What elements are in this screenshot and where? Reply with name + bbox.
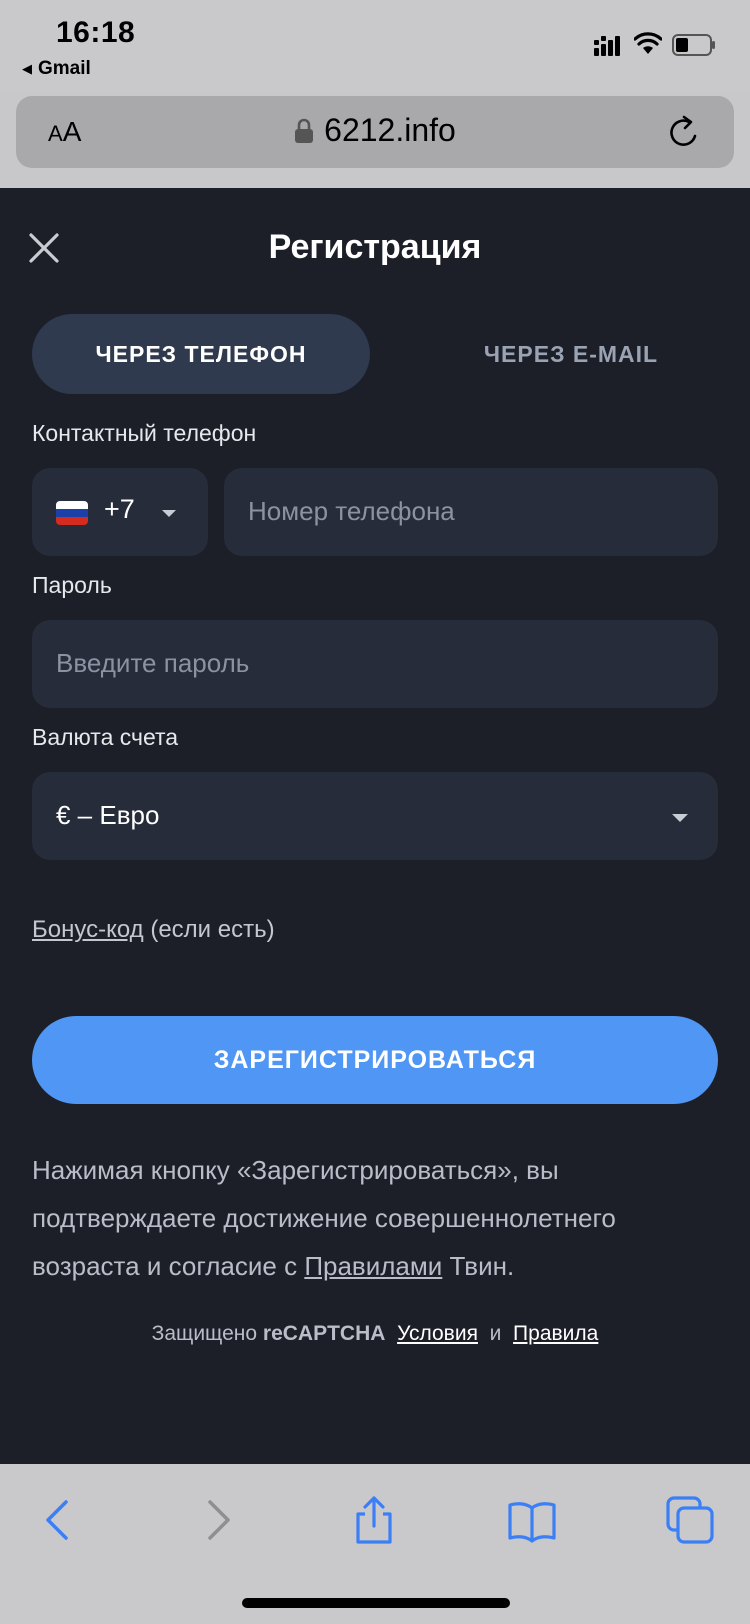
forward-arrow-icon[interactable]: [192, 1494, 244, 1546]
currency-select[interactable]: € – Евро: [32, 772, 718, 860]
captcha-rules-link[interactable]: Правила: [513, 1322, 598, 1345]
reload-icon[interactable]: [668, 114, 702, 150]
share-icon[interactable]: [348, 1494, 400, 1546]
captcha-terms-link[interactable]: Условия: [397, 1322, 478, 1345]
cellular-signal-icon: [594, 36, 620, 56]
country-code-select[interactable]: +7: [32, 468, 208, 556]
register-button[interactable]: ЗАРЕГИСТРИРОВАТЬСЯ: [32, 1016, 718, 1104]
phone-number-input[interactable]: Номер телефона: [224, 468, 718, 556]
country-code-value: +7: [104, 494, 135, 524]
status-time: 16:18: [56, 16, 136, 49]
russia-flag-icon: [56, 501, 88, 525]
back-arrow-icon[interactable]: [32, 1494, 84, 1546]
recaptcha-notice: Защищено reCAPTCHA Условия и Правила: [0, 1322, 750, 1346]
url-display[interactable]: 6212.info: [16, 112, 734, 149]
tab-email[interactable]: ЧЕРЕЗ E-MAIL: [402, 314, 740, 394]
chevron-down-icon: [672, 814, 688, 822]
password-input[interactable]: Введите пароль: [32, 620, 718, 708]
registration-modal: Регистрация ЧЕРЕЗ ТЕЛЕФОН ЧЕРЕЗ E-MAIL К…: [0, 188, 750, 1464]
rules-link[interactable]: Правилами: [304, 1251, 442, 1281]
captcha-brand: reCAPTCHA: [262, 1322, 386, 1345]
battery-icon: [672, 34, 715, 56]
browser-address-bar[interactable]: AA 6212.info: [16, 96, 734, 168]
captcha-prefix: Защищено: [151, 1322, 263, 1345]
bonus-code-link[interactable]: Бонус-код: [32, 916, 144, 943]
bonus-code-hint: (если есть): [143, 916, 275, 943]
lock-icon: [295, 118, 314, 143]
currency-value: € – Евро: [56, 800, 160, 830]
browser-toolbar: [0, 1464, 750, 1624]
page-title: Регистрация: [268, 228, 482, 266]
captcha-and: и: [483, 1322, 508, 1345]
status-bar: 16:18 ◀ Gmail: [0, 0, 750, 90]
wifi-icon: [634, 32, 662, 54]
home-indicator[interactable]: [242, 1598, 510, 1608]
registration-method-tabs: ЧЕРЕЗ ТЕЛЕФОН ЧЕРЕЗ E-MAIL: [32, 314, 718, 394]
legal-text-end: Твин.: [442, 1251, 515, 1281]
tabs-icon[interactable]: [664, 1494, 716, 1546]
legal-notice: Нажимая кнопку «Зарегистрироваться», вы …: [32, 1146, 722, 1290]
tab-phone[interactable]: ЧЕРЕЗ ТЕЛЕФОН: [32, 314, 370, 394]
password-placeholder: Введите пароль: [56, 648, 250, 678]
back-app-label: Gmail: [38, 58, 91, 79]
phone-placeholder: Номер телефона: [248, 496, 455, 526]
bookmarks-icon[interactable]: [506, 1494, 558, 1546]
password-label: Пароль: [32, 572, 112, 598]
phone-label: Контактный телефон: [32, 420, 257, 446]
back-to-app-link[interactable]: ◀ Gmail: [22, 58, 91, 80]
bonus-code-row: Бонус-код (если есть): [32, 916, 275, 944]
chevron-down-icon: [162, 510, 176, 517]
url-text: 6212.info: [324, 112, 456, 148]
back-triangle-icon: ◀: [22, 61, 32, 76]
currency-label: Валюта счета: [32, 724, 179, 750]
